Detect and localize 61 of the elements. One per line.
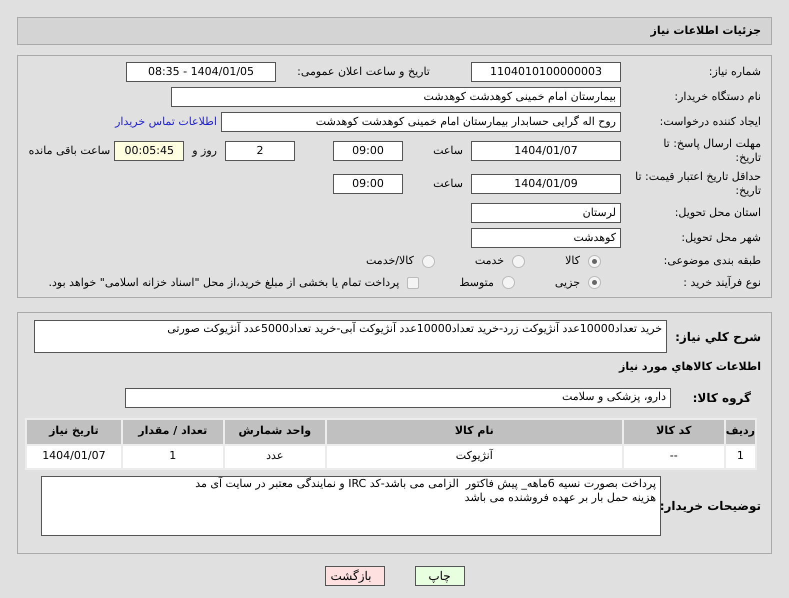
- field-label: توضیحات خریدار:: [661, 498, 761, 514]
- radio-button[interactable]: [512, 254, 526, 268]
- field-label: شرح کلي نياز:: [674, 328, 761, 346]
- field-label: نوع فرآیند خرید :: [682, 276, 761, 290]
- checkbox[interactable]: [407, 276, 420, 289]
- field-label: طبقه بندی موضوعی:: [662, 254, 761, 268]
- radio-button[interactable]: [422, 254, 435, 268]
- table-cell: 1: [726, 446, 755, 468]
- buyer-field: بیمارستان امام خمینی کوهدشت کوهدشت: [171, 87, 621, 107]
- checkbox-label: پرداخت تمام یا بخشی از مبلغ خرید،از محل "اسناد خزانه اسلامی" خواهد بود.: [48, 274, 400, 291]
- field-label: ایجاد کننده درخواست:: [658, 115, 761, 129]
- table-cell: 1: [122, 446, 223, 468]
- table-cell: --: [624, 446, 724, 468]
- deadline-time-field: 09:00: [333, 141, 403, 161]
- column-header: واحد شمارش: [224, 420, 325, 444]
- column-header: نام کالا: [326, 420, 622, 444]
- field-label: روز و: [190, 142, 218, 159]
- table-cell: 1404/01/07: [27, 446, 121, 468]
- column-header: تاریخ نیاز: [27, 420, 121, 444]
- field-label: تاریخ و ساعت اعلان عمومی:: [296, 65, 431, 79]
- radio-button[interactable]: [588, 254, 601, 268]
- radio-label: کالا: [565, 253, 580, 269]
- field-label: ساعت: [432, 142, 464, 159]
- buyer-contact-link[interactable]: اطلاعات تماس خریدار: [115, 114, 217, 130]
- field-label: مهلت ارسال پاسخ: تا تاریخ:: [662, 137, 761, 165]
- remaining-time-field: 00:05:45: [114, 141, 184, 161]
- radio-label: کالا/خدمت: [366, 253, 414, 269]
- validity-date-field: 1404/01/09: [471, 174, 621, 194]
- buyer-notes-field: پرداخت بصورت نسیه 6ماهه_ پیش فاکتور الزامی می باشد-کد IRC و نمایندگی معتبر در سایت آی مد هزینه حمل بار بر عهده فروشنده می باشد: [41, 476, 661, 536]
- creator-field: روح اله گرایی حسابدار بیمارستان امام خمینی کوهدشت کوهدشت: [221, 112, 621, 132]
- column-header: ردیف: [726, 420, 755, 444]
- radio-label: متوسط: [459, 274, 494, 291]
- column-header: تعداد / مقدار: [122, 420, 223, 444]
- deadline-date-field: 1404/01/07: [471, 141, 621, 161]
- print-button[interactable]: چاپ: [414, 566, 464, 586]
- province-field: لرستان: [471, 203, 621, 223]
- radio-button[interactable]: [502, 276, 515, 290]
- radio-label: جزیی: [554, 274, 580, 291]
- field-label: حداقل تاریخ اعتبار قیمت: تا تاریخ:: [634, 170, 761, 198]
- table-cell: عدد: [224, 446, 325, 468]
- need-number-field: 1104010100000003: [471, 62, 621, 82]
- table-cell: آنژیوکت: [326, 446, 622, 468]
- description-field: خريد تعداد10000عدد آنژیوکت زرد-خرید تعداد10000عدد آنژیوکت آبی-خرید تعداد5000عدد آنژیوکت صورتی: [34, 320, 668, 353]
- header-bar: جزئیات اطلاعات نیاز: [17, 17, 772, 45]
- section-title: اطلاعات کالاهاي مورد نياز: [618, 359, 761, 375]
- announce-date-field: 1404/01/05 - 08:35: [126, 62, 276, 82]
- back-button[interactable]: بازگشت: [324, 566, 384, 586]
- city-field: کوهدشت: [471, 228, 621, 248]
- radio-label: خدمت: [474, 253, 504, 269]
- field-label: شماره نیاز:: [708, 65, 761, 79]
- field-label: نام دستگاه خریدار:: [673, 90, 761, 104]
- field-label: ساعت: [432, 176, 464, 192]
- radio-button[interactable]: [588, 276, 601, 290]
- days-field: 2: [225, 141, 295, 161]
- column-header: کد کالا: [624, 420, 724, 444]
- field-label: استان محل تحویل:: [674, 206, 761, 220]
- validity-time-field: 09:00: [333, 174, 403, 194]
- goods-group-field: دارو، پزشکی و سلامت: [125, 388, 671, 408]
- field-label: ساعت باقی مانده: [28, 142, 112, 159]
- field-label: شهر محل تحویل:: [680, 231, 761, 245]
- field-label: گروه کالا:: [692, 390, 751, 406]
